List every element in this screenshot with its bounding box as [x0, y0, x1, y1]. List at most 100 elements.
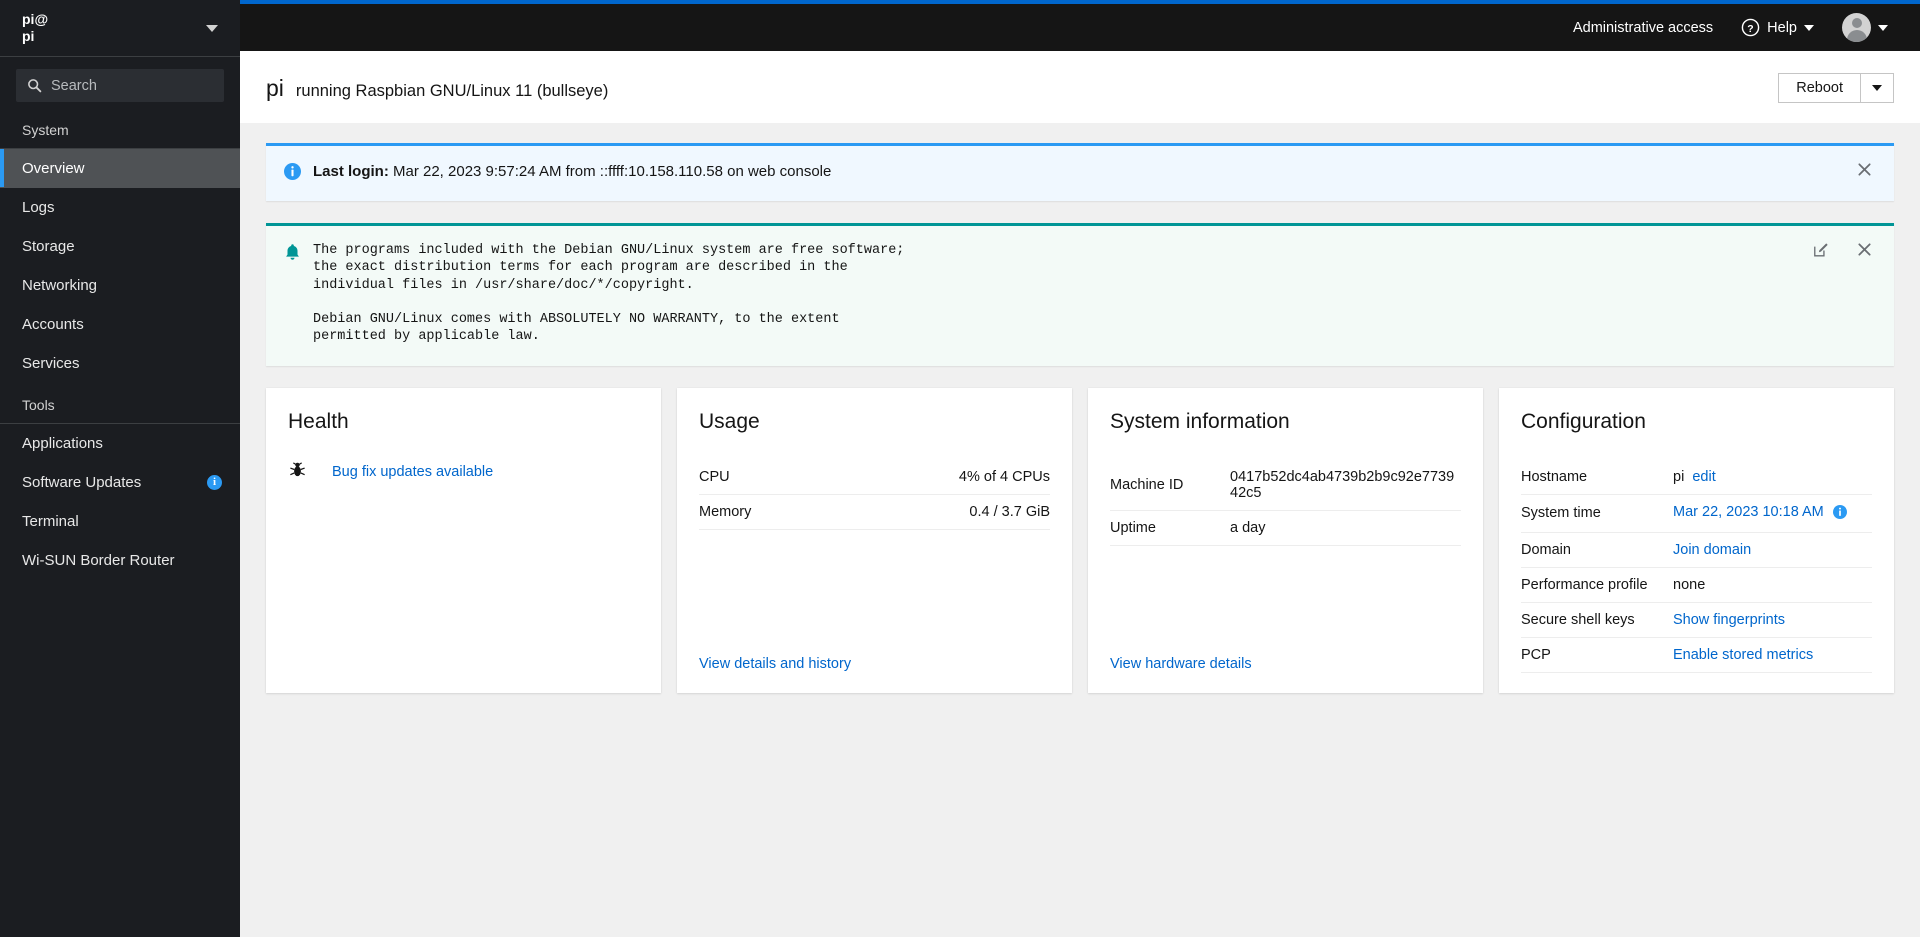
nav-section-system: System — [22, 122, 69, 138]
search-icon — [28, 79, 42, 93]
sidebar-item-services[interactable]: Services — [0, 344, 240, 383]
sidebar-item-overview[interactable]: Overview — [0, 149, 240, 188]
reboot-button[interactable]: Reboot — [1778, 73, 1861, 103]
search-box[interactable] — [16, 69, 224, 102]
chevron-down-icon — [1878, 24, 1888, 31]
motd-actions — [1811, 240, 1874, 260]
overview-cards: Health Bug fix updates available Usage C… — [266, 387, 1894, 693]
info-value: Join domain — [1673, 542, 1751, 558]
view-details-and-history-link[interactable]: View details and history — [699, 656, 851, 672]
info-key: Hostname — [1521, 468, 1588, 485]
search-input[interactable] — [51, 77, 213, 94]
main-region: Administrative access ? Help pi running … — [240, 0, 1920, 937]
alert-actions — [1855, 160, 1874, 179]
sidebar-item-applications[interactable]: Applications — [0, 424, 240, 463]
configuration-card-title: Configuration — [1521, 409, 1646, 433]
last-login-text: Last login: Mar 22, 2023 9:57:24 AM from… — [313, 162, 1843, 182]
config-row-performance-profile: Performance profile none — [1521, 568, 1872, 603]
chevron-down-icon — [206, 24, 218, 32]
health-card-body: Bug fix updates available — [288, 460, 639, 673]
info-key: Secure shell keys — [1521, 611, 1635, 628]
administrative-access-label: Administrative access — [1572, 19, 1714, 36]
close-icon[interactable] — [1855, 160, 1874, 179]
health-item: Bug fix updates available — [288, 460, 639, 484]
sidebar-item-accounts[interactable]: Accounts — [0, 305, 240, 344]
info-key: Performance profile — [1521, 576, 1648, 593]
search-wrap — [0, 57, 240, 108]
last-login-value: Mar 22, 2023 9:57:24 AM from ::ffff:10.1… — [388, 163, 832, 180]
motd-alert: The programs included with the Debian GN… — [266, 223, 1894, 366]
sidebar-item-label: Logs — [22, 198, 55, 216]
info-value: pi edit — [1673, 469, 1716, 485]
page-title: pi — [266, 74, 284, 101]
configuration-body: Hostname pi edit System time Mar 22, 202… — [1521, 460, 1872, 673]
sidebar-item-label: Overview — [22, 159, 85, 177]
info-key: Domain — [1521, 541, 1571, 558]
user-menu-button[interactable] — [1830, 7, 1900, 48]
topbar: Administrative access ? Help — [240, 0, 1920, 51]
cockpit-console: pi@ pi System Overview Logs Storage — [0, 0, 1920, 937]
sidebar-item-label: Services — [22, 354, 80, 372]
info-key: Uptime — [1110, 519, 1156, 536]
last-login-alert: Last login: Mar 22, 2023 9:57:24 AM from… — [266, 143, 1894, 201]
usage-label: CPU — [699, 468, 730, 485]
reboot-dropdown-toggle[interactable] — [1861, 73, 1894, 103]
usage-card-footer: View details and history — [699, 641, 1050, 673]
sidebar-item-wi-sun-border-router[interactable]: Wi-SUN Border Router — [0, 541, 240, 580]
sidebar-item-software-updates[interactable]: Software Updates i — [0, 463, 240, 502]
sidebar-item-logs[interactable]: Logs — [0, 188, 240, 227]
help-menu-button[interactable]: ? Help — [1729, 12, 1826, 43]
sidebar-item-label: Software Updates — [22, 473, 142, 491]
sidebar-item-networking[interactable]: Networking — [0, 266, 240, 305]
configuration-card: Configuration Hostname pi edit System ti… — [1499, 387, 1894, 693]
usage-row-memory: Memory 0.4 / 3.7 GiB — [699, 495, 1050, 530]
hostname-edit-link[interactable]: edit — [1692, 469, 1715, 485]
page-title-row: pi running Raspbian GNU/Linux 11 (bullse… — [266, 75, 608, 102]
close-icon[interactable] — [1855, 240, 1874, 259]
sidebar-item-label: Terminal — [22, 512, 79, 530]
info-value: a day — [1230, 519, 1266, 536]
system-information-card: System information Machine ID 0417b52dc4… — [1088, 387, 1483, 693]
usage-row-cpu: CPU 4% of 4 CPUs — [699, 460, 1050, 495]
show-fingerprints-link[interactable]: Show fingerprints — [1673, 612, 1785, 628]
chevron-down-icon — [1804, 24, 1814, 31]
join-domain-link[interactable]: Join domain — [1673, 542, 1751, 558]
usage-card-body: CPU 4% of 4 CPUs Memory 0.4 / 3.7 GiB — [699, 460, 1050, 641]
info-key: PCP — [1521, 646, 1551, 663]
sidebar-item-label: Applications — [22, 434, 103, 452]
sidebar: pi@ pi System Overview Logs Storage — [0, 0, 240, 937]
usage-value: 0.4 / 3.7 GiB — [969, 503, 1050, 520]
last-login-label: Last login: — [313, 163, 389, 180]
config-row-hostname: Hostname pi edit — [1521, 460, 1872, 495]
bug-fix-updates-link[interactable]: Bug fix updates available — [332, 464, 493, 480]
administrative-access-button[interactable]: Administrative access — [1561, 14, 1725, 42]
avatar — [1842, 13, 1871, 42]
config-row-system-time: System time Mar 22, 2023 10:18 AM — [1521, 495, 1872, 533]
update-info-badge: i — [207, 474, 222, 490]
host-switcher[interactable]: pi@ pi — [0, 0, 240, 57]
usage-card-title: Usage — [699, 409, 760, 433]
info-value: Show fingerprints — [1673, 612, 1785, 628]
sidebar-item-terminal[interactable]: Terminal — [0, 502, 240, 541]
host-names: pi@ pi — [22, 11, 48, 46]
svg-text:?: ? — [1747, 24, 1753, 35]
system-information-body: Machine ID 0417b52dc4ab4739b2b9c92e77394… — [1110, 460, 1461, 641]
view-hardware-details-link[interactable]: View hardware details — [1110, 656, 1252, 672]
host-name: pi — [22, 28, 35, 44]
info-circle-icon[interactable] — [1832, 504, 1847, 523]
help-label: Help — [1767, 19, 1797, 36]
question-circle-icon: ? — [1741, 18, 1760, 37]
system-time-link[interactable]: Mar 22, 2023 10:18 AM — [1673, 504, 1824, 520]
config-row-secure-shell-keys: Secure shell keys Show fingerprints — [1521, 603, 1872, 638]
enable-stored-metrics-link[interactable]: Enable stored metrics — [1673, 647, 1813, 663]
health-card: Health Bug fix updates available — [266, 387, 661, 693]
info-row-uptime: Uptime a day — [1110, 511, 1461, 546]
sidebar-item-label: Storage — [22, 237, 75, 255]
reboot-split-button: Reboot — [1778, 73, 1894, 103]
hostname-value: pi — [1673, 468, 1685, 485]
sidebar-item-storage[interactable]: Storage — [0, 227, 240, 266]
usage-value: 4% of 4 CPUs — [958, 468, 1050, 485]
page-content: Last login: Mar 22, 2023 9:57:24 AM from… — [240, 123, 1920, 937]
edit-icon[interactable] — [1811, 240, 1831, 260]
bell-icon — [284, 243, 301, 267]
